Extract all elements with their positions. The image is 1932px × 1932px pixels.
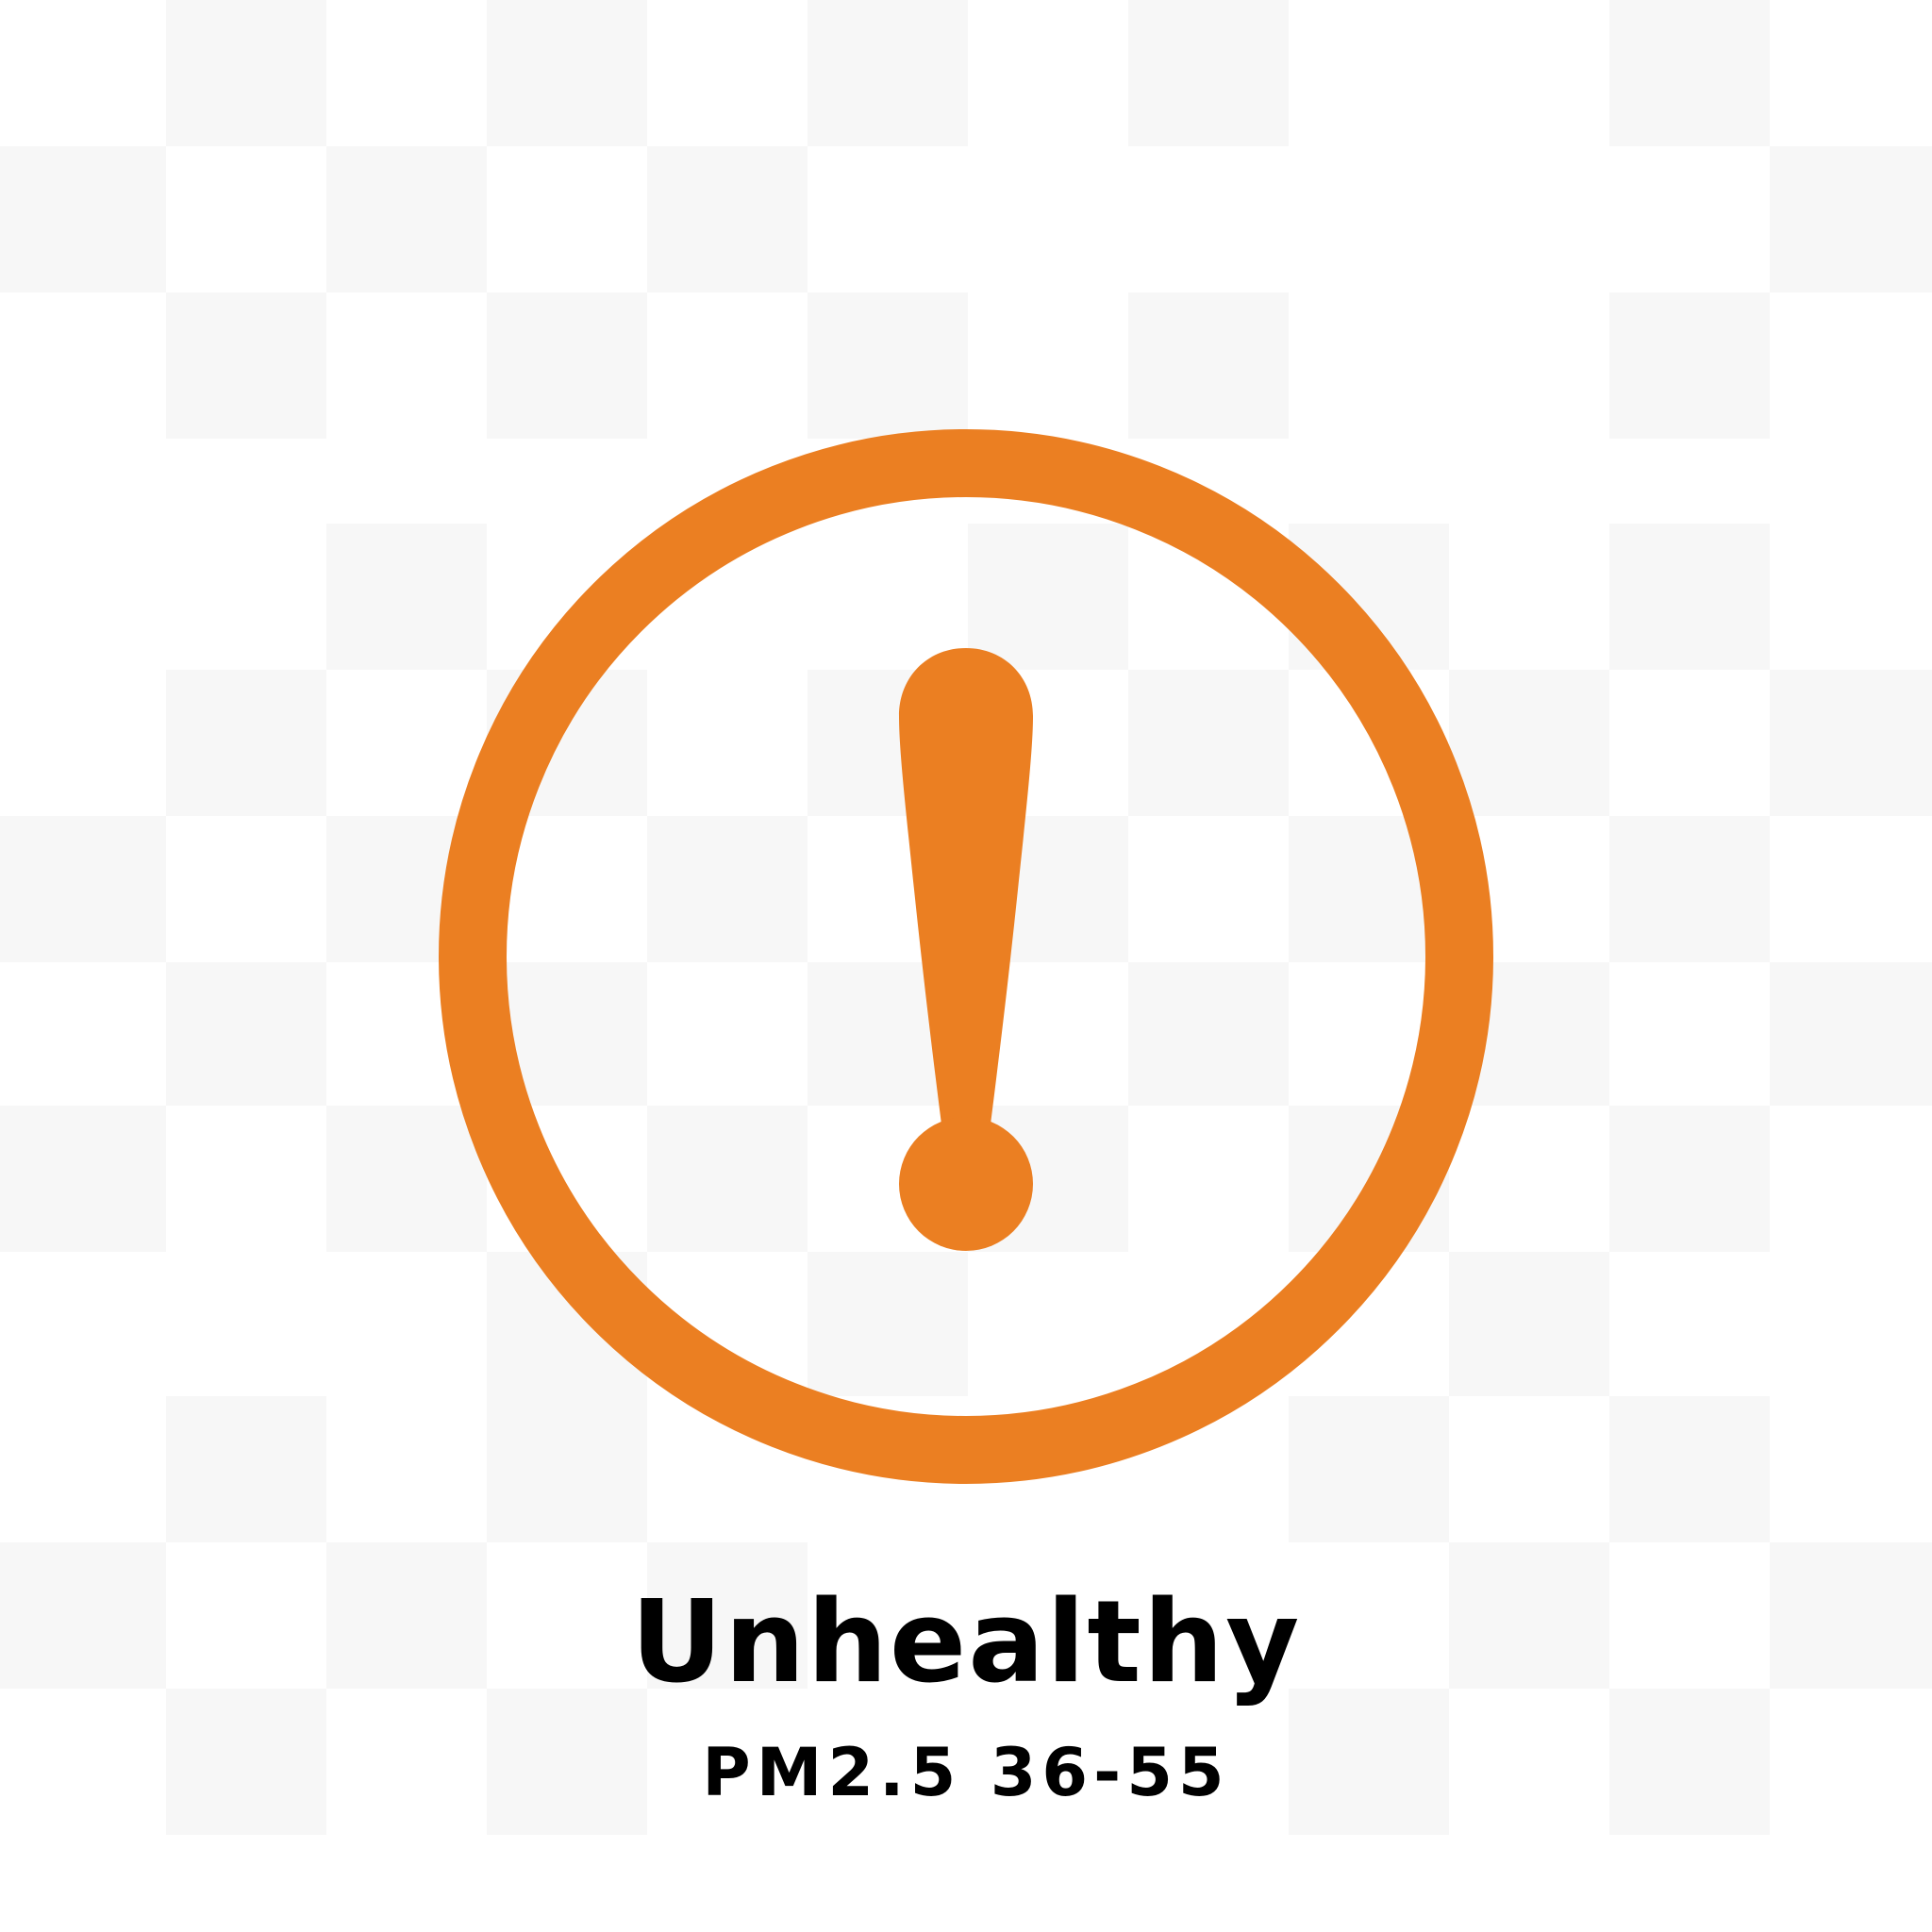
status-label: Unhealthy (630, 1577, 1302, 1708)
exclamation-circle-icon (439, 429, 1493, 1484)
exclamation-bottom-dot (899, 1117, 1033, 1251)
pm25-range-label: PM2.5 36-55 (702, 1734, 1230, 1811)
